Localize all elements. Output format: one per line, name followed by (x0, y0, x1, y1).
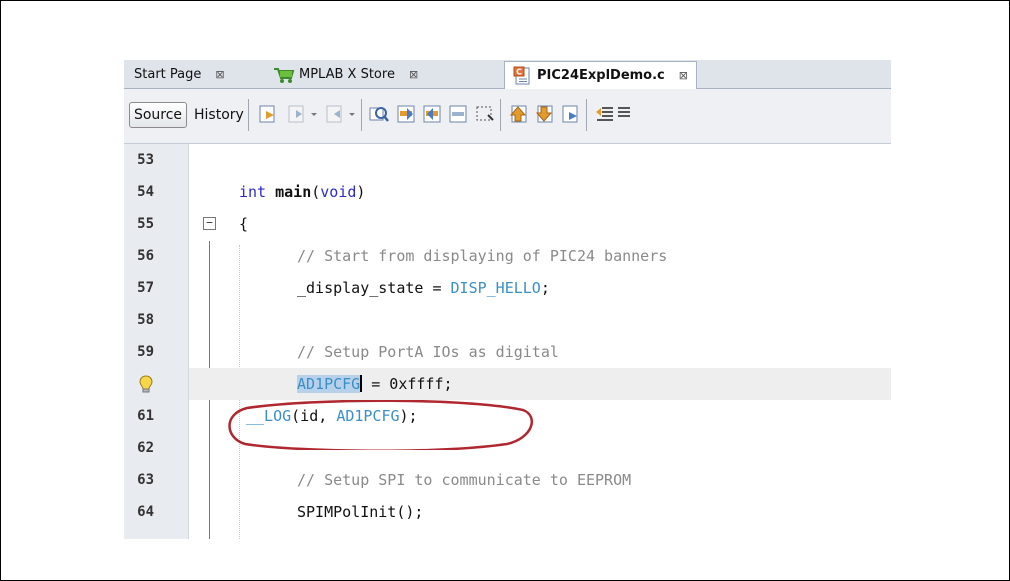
selected-identifier: AD1PCFG (297, 375, 361, 393)
code-line[interactable]: 57 _display_state = DISP_HELLO; (124, 272, 891, 304)
macro-token: DISP_HELLO (450, 279, 541, 297)
line-number: 63 (137, 472, 154, 488)
code-editor[interactable]: 53 54 int main(void) 55 − { 56 // Start … (124, 144, 891, 539)
punctuation-token: ; (540, 279, 550, 297)
code-line[interactable]: 53 (124, 144, 891, 176)
history-button[interactable]: History (194, 102, 244, 128)
code-line[interactable]: 54 int main(void) (124, 176, 891, 208)
code-text: _display_state = DISP_HELLO; (297, 279, 550, 297)
tab-close-icon[interactable]: ⊠ (409, 68, 418, 81)
function-name-token: main (275, 183, 312, 201)
comment-text: // Setup PortA IOs as digital (297, 343, 559, 361)
line-number: 53 (137, 152, 154, 168)
toolbar-separator (586, 99, 587, 131)
punctuation-token: ( (311, 183, 321, 201)
code-token: = 0xffff; (362, 375, 453, 393)
line-number: 58 (137, 312, 154, 328)
comment-text: // Setup SPI to communicate to EEPROM (297, 471, 632, 489)
punctuation-token: ) (356, 183, 366, 201)
tab-close-icon[interactable]: ⊠ (215, 68, 224, 81)
previous-bookmark-icon[interactable] (508, 103, 530, 125)
tab-label: MPLAB X Store (299, 67, 395, 82)
back-icon[interactable] (287, 103, 309, 125)
code-line[interactable]: 63 // Setup SPI to communicate to EEPROM (124, 464, 891, 496)
forward-icon[interactable] (325, 103, 347, 125)
toolbar-separator (361, 99, 362, 131)
line-number: 62 (137, 440, 154, 456)
code-text: int main(void) (239, 183, 365, 201)
lightbulb-hint-icon[interactable] (138, 374, 154, 394)
tab-start-page[interactable]: Start Page ⊠ (134, 62, 225, 87)
code-line[interactable]: 55 − { (124, 208, 891, 240)
keyword-token: void (320, 183, 357, 201)
line-number: 61 (137, 408, 154, 424)
editor-toolbar: Source History (124, 89, 891, 144)
line-number: 57 (137, 280, 154, 296)
comment-text: // Start from displaying of PIC24 banner… (297, 247, 668, 265)
rectangular-selection-icon[interactable] (474, 103, 496, 125)
code-line[interactable]: 56 // Start from displaying of PIC24 ban… (124, 240, 891, 272)
code-text: SPIMPolInit(); (297, 503, 424, 521)
last-edit-icon[interactable] (258, 103, 280, 125)
cart-icon (274, 67, 295, 83)
shift-right-icon[interactable] (618, 103, 630, 125)
chevron-down-icon[interactable] (309, 103, 319, 125)
next-bookmark-icon[interactable] (534, 103, 556, 125)
code-line[interactable]: 59 // Setup PortA IOs as digital (124, 336, 891, 368)
code-text: { (239, 215, 249, 233)
chevron-down-icon[interactable] (347, 103, 357, 125)
fold-toggle-icon[interactable]: − (203, 217, 216, 230)
toolbar-separator (500, 99, 501, 131)
line-number: 59 (137, 344, 154, 360)
toggle-highlight-icon[interactable] (448, 103, 470, 125)
find-icon[interactable] (368, 103, 390, 125)
line-number: 64 (137, 504, 154, 520)
variable-token: _display_state (297, 279, 424, 297)
svg-text:C: C (516, 67, 522, 76)
tab-label: PIC24ExplDemo.c (537, 68, 665, 83)
code-line[interactable]: AD1PCFG = 0xffff; (124, 368, 891, 400)
keyword-token: int (239, 183, 267, 201)
operator-token: = (423, 279, 451, 297)
code-text: AD1PCFG = 0xffff; (297, 375, 453, 393)
c-source-file-icon: C (513, 66, 530, 84)
tab-mplab-x-store[interactable]: MPLAB X Store ⊠ (273, 62, 418, 87)
code-line[interactable]: 58 (124, 304, 891, 336)
line-number: 55 (137, 216, 154, 232)
line-number: 56 (137, 248, 154, 264)
shift-left-icon[interactable] (594, 103, 616, 125)
source-button[interactable]: Source (129, 102, 187, 128)
code-line[interactable]: 64 SPIMPolInit(); (124, 496, 891, 528)
tab-pic24expldemo-c[interactable]: C PIC24ExplDemo.c ⊠ (504, 61, 697, 89)
toggle-bookmark-icon[interactable] (560, 103, 582, 125)
tab-close-icon[interactable]: ⊠ (679, 69, 688, 82)
line-number: 54 (137, 184, 154, 200)
editor-tab-bar: Start Page ⊠ MPLAB X Store ⊠ C PIC24Expl… (124, 60, 891, 89)
tab-label: Start Page (134, 67, 202, 82)
toolbar-separator (248, 99, 249, 131)
find-next-icon[interactable] (422, 103, 444, 125)
callout-ellipse (228, 400, 533, 450)
find-previous-icon[interactable] (396, 103, 418, 125)
